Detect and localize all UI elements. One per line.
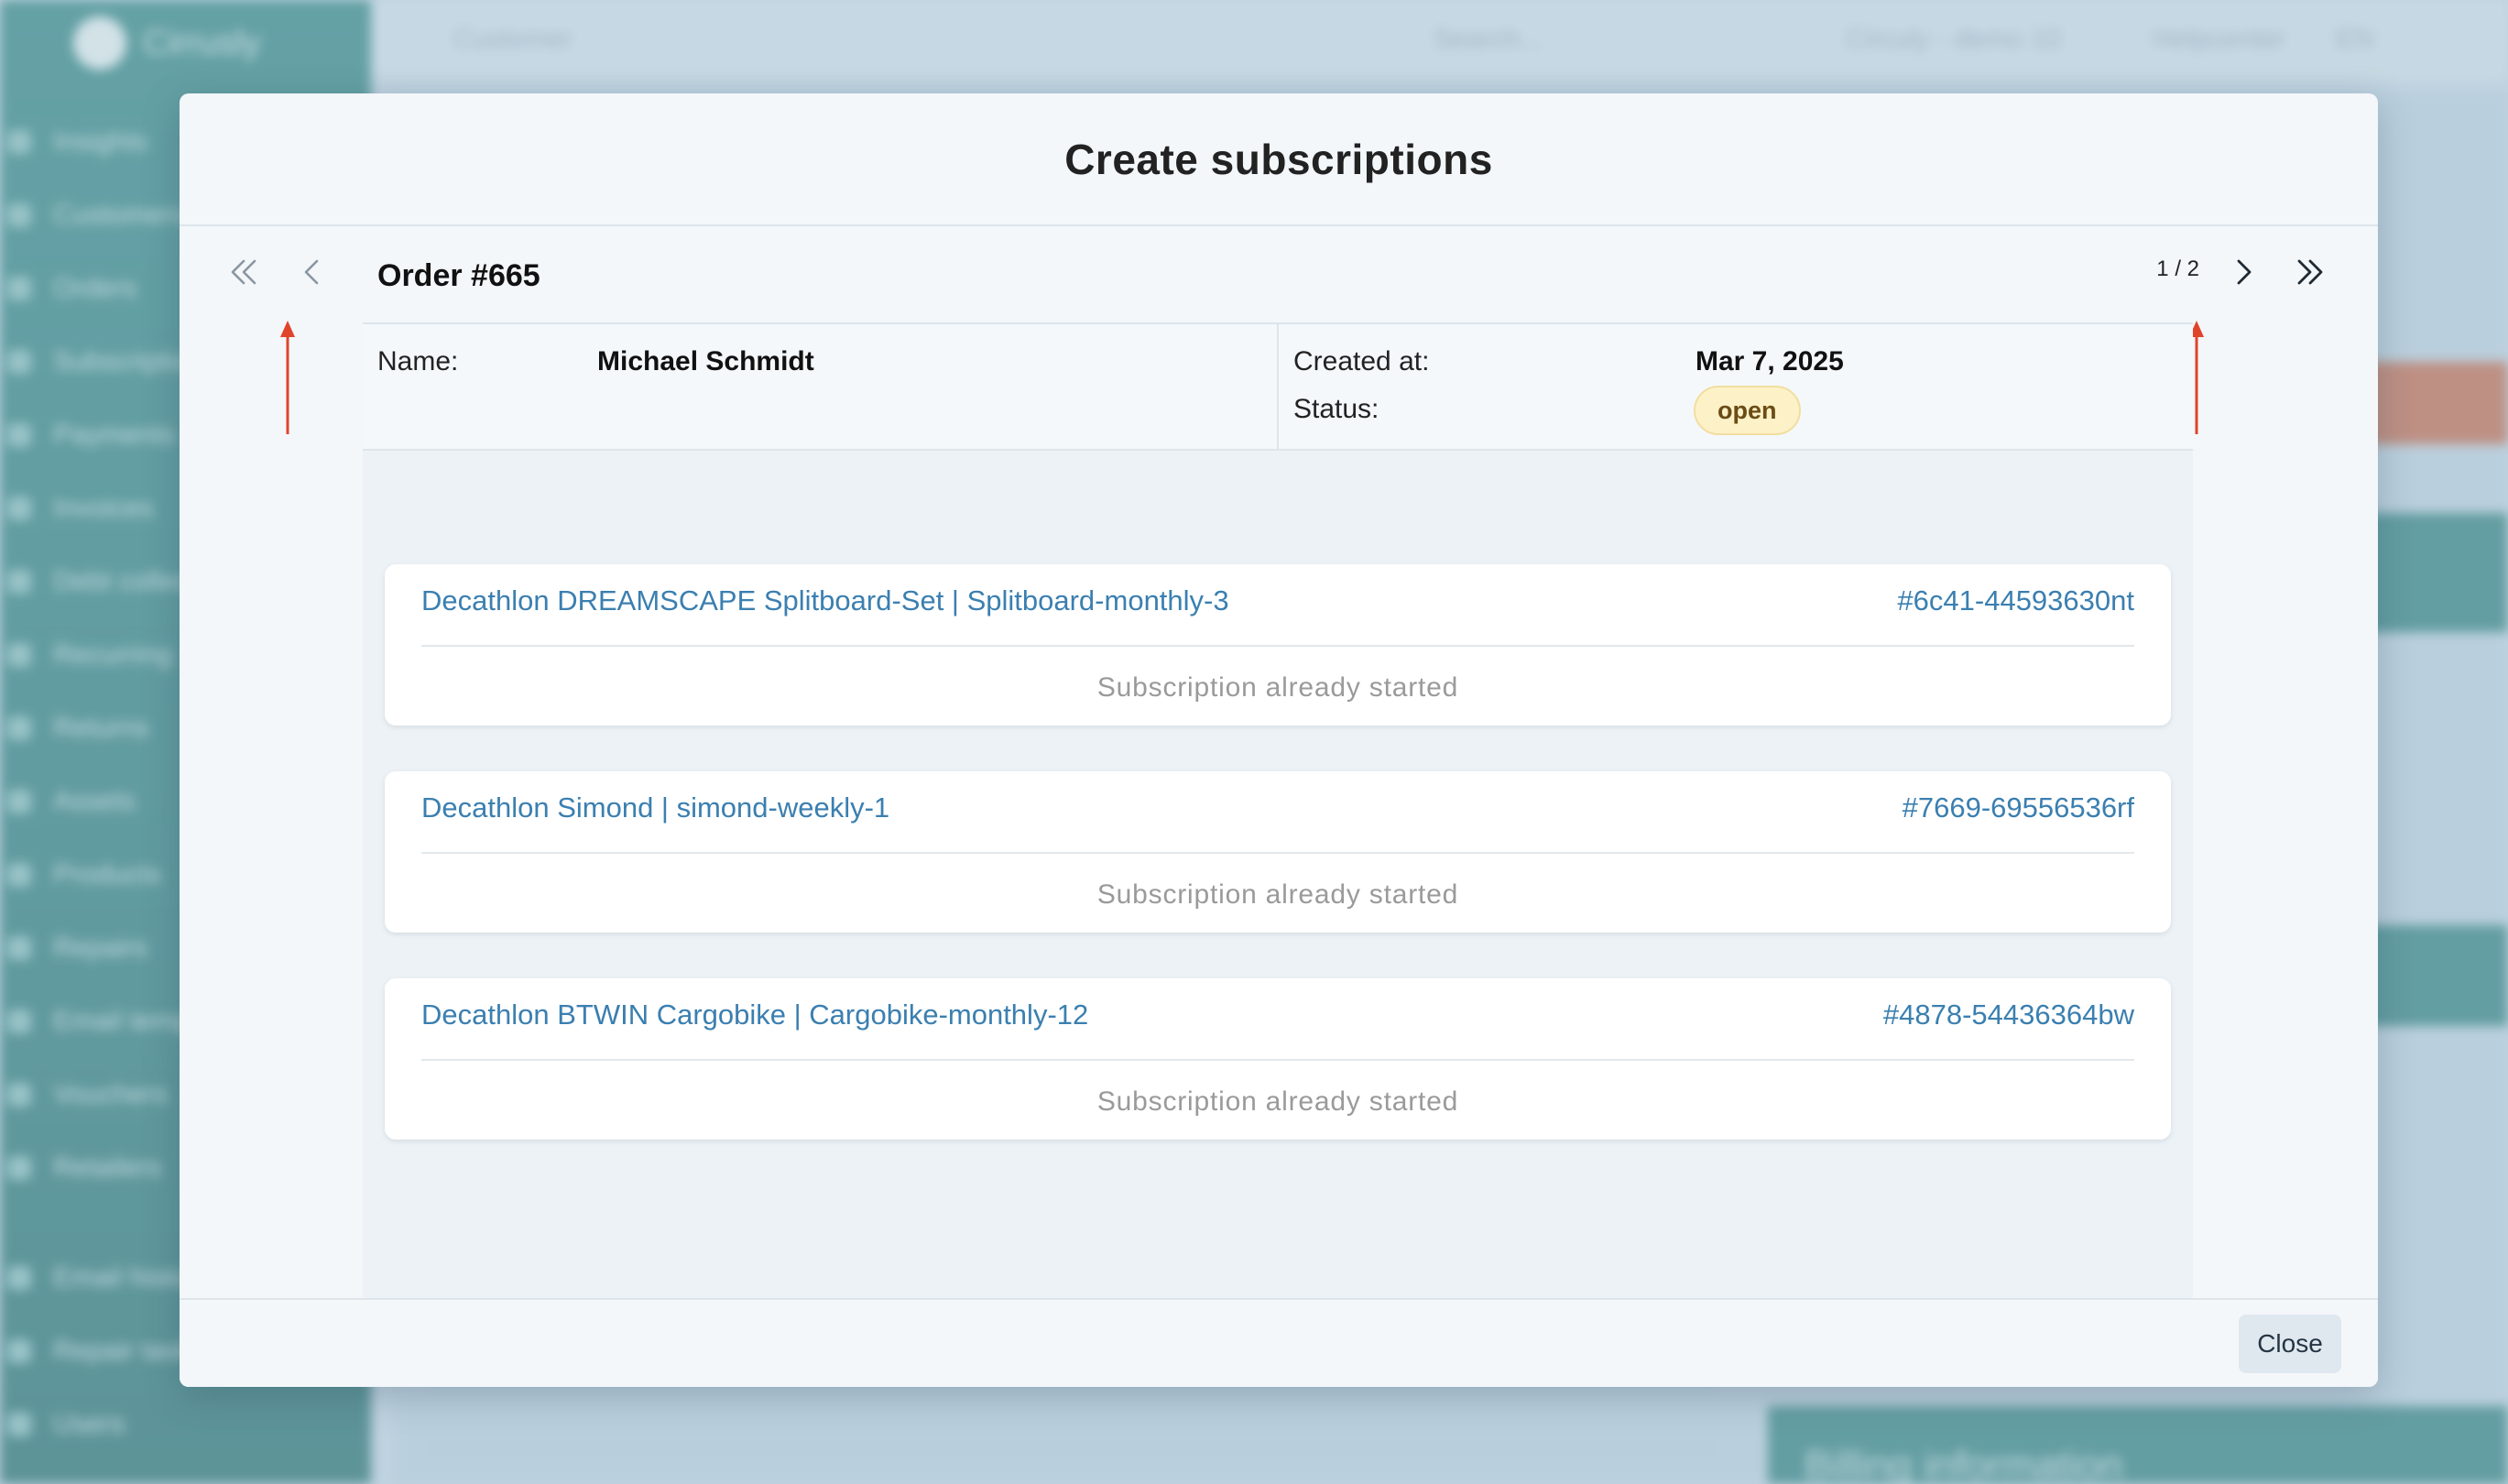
- chevron-right-icon: [2237, 259, 2252, 285]
- chevron-left-icon: [304, 259, 319, 285]
- subscription-id-link[interactable]: #4878-54436364bw: [1883, 998, 2134, 1031]
- modal-footer: Close: [180, 1298, 2378, 1387]
- modal-header: Create subscriptions: [180, 93, 2378, 226]
- status-label: Status:: [1293, 394, 1379, 424]
- pager-indicator: 1 / 2: [2156, 256, 2199, 281]
- modal-title: Create subscriptions: [1064, 135, 1493, 183]
- created-label: Created at:: [1293, 346, 1430, 376]
- double-chevron-right-icon: [2297, 259, 2323, 285]
- status-badge: open: [1694, 386, 1801, 435]
- product-link[interactable]: Decathlon BTWIN Cargobike | Cargobike-mo…: [421, 998, 1088, 1031]
- customer-name: Michael Schmidt: [597, 346, 814, 376]
- annotation-arrow-up-icon: [280, 321, 295, 434]
- name-label: Name:: [377, 346, 459, 376]
- subscription-id-link[interactable]: #7669-69556536rf: [1903, 791, 2134, 824]
- info-divider: [1277, 324, 1279, 449]
- order-title: Order #665: [377, 258, 540, 293]
- subscription-status: Subscription already started: [1096, 672, 1459, 703]
- subscription-status: Subscription already started: [1096, 879, 1459, 910]
- order-info: Name: Michael Schmidt Created at: Mar 7,…: [363, 322, 2193, 451]
- first-page-button[interactable]: [216, 245, 271, 300]
- card-divider: [421, 645, 2134, 647]
- card-divider: [421, 852, 2134, 854]
- last-page-button[interactable]: [2283, 245, 2338, 300]
- subscription-card: Decathlon BTWIN Cargobike | Cargobike-mo…: [385, 978, 2171, 1140]
- created-date: Mar 7, 2025: [1696, 346, 1844, 376]
- close-button[interactable]: Close: [2239, 1315, 2341, 1373]
- double-chevron-left-icon: [231, 259, 256, 285]
- subscription-id-link[interactable]: #6c41-44593630nt: [1897, 584, 2134, 617]
- product-link[interactable]: Decathlon Simond | simond-weekly-1: [421, 791, 889, 824]
- product-link[interactable]: Decathlon DREAMSCAPE Splitboard-Set | Sp…: [421, 584, 1229, 617]
- order-panel: Name: Michael Schmidt Created at: Mar 7,…: [363, 322, 2193, 1365]
- previous-page-button[interactable]: [285, 245, 340, 300]
- subscription-status: Subscription already started: [1096, 1086, 1459, 1117]
- card-divider: [421, 1059, 2134, 1061]
- create-subscriptions-modal: Create subscriptions 1 / 2 Order #665 Na…: [180, 93, 2378, 1387]
- subscription-card: Decathlon Simond | simond-weekly-1 #7669…: [385, 771, 2171, 933]
- subscription-card: Decathlon DREAMSCAPE Splitboard-Set | Sp…: [385, 564, 2171, 726]
- next-page-button[interactable]: [2216, 245, 2271, 300]
